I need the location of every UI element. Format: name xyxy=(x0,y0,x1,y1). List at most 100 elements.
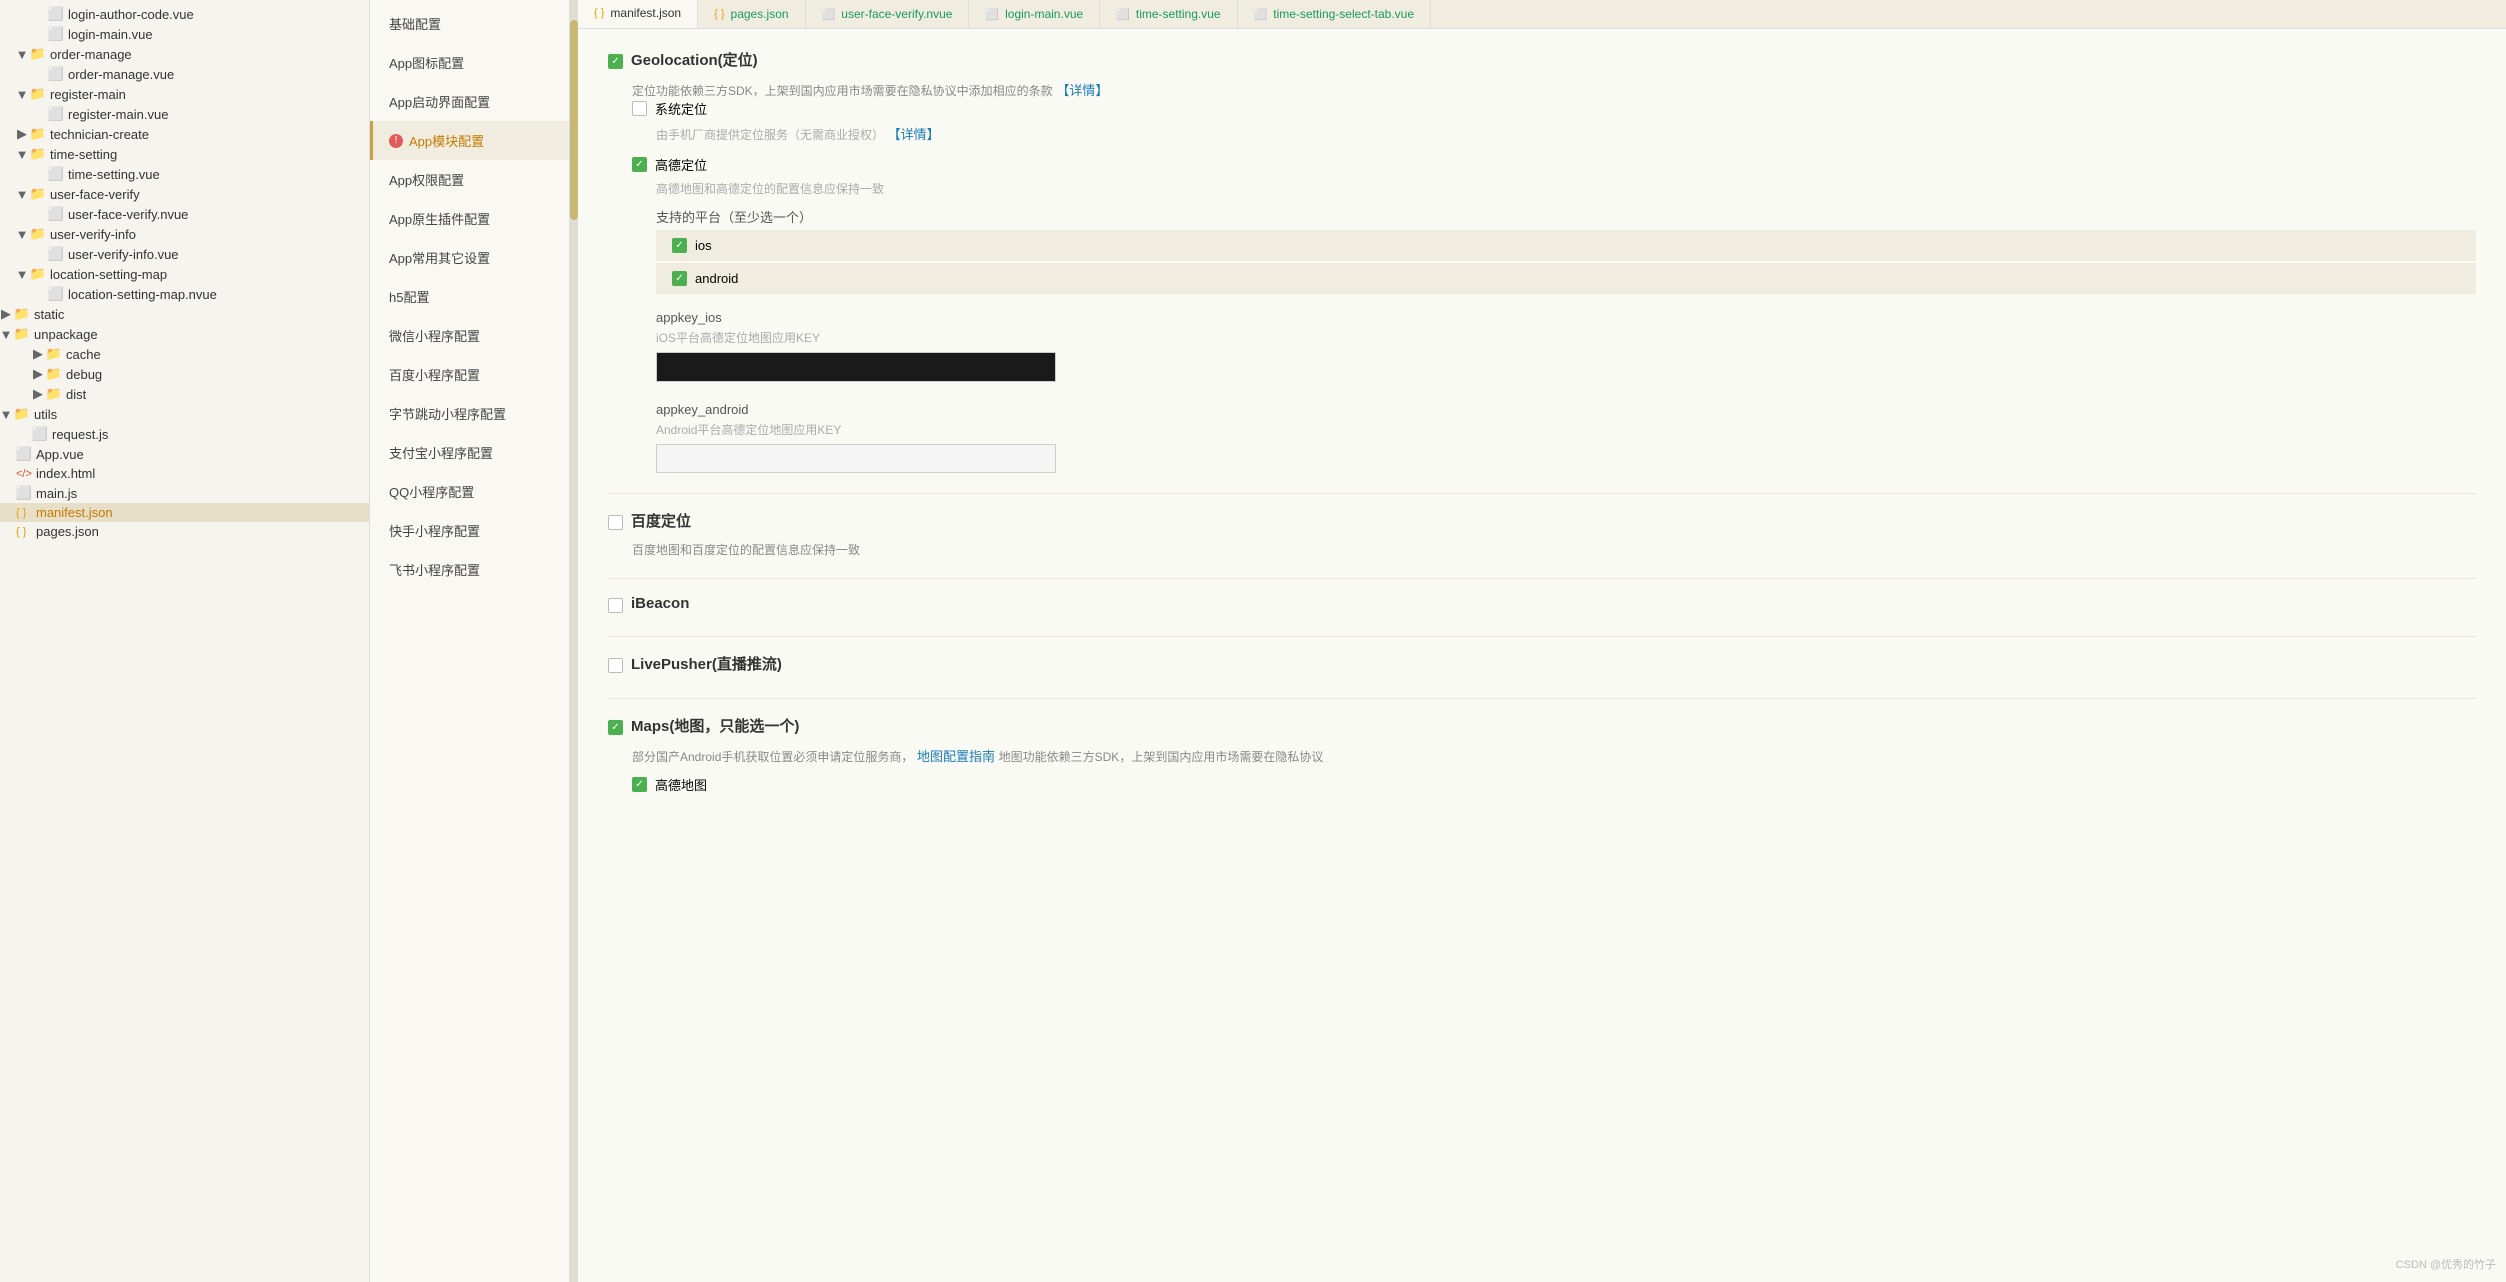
tree-item-location-setting-map-folder[interactable]: ▼ 📁 location-setting-map xyxy=(0,264,369,284)
tree-item-debug-folder[interactable]: ▶ 📁 debug xyxy=(0,364,369,384)
file-json-icon: { } xyxy=(16,507,32,519)
tree-item-order-manage-folder[interactable]: ▼ 📁 order-manage xyxy=(0,44,369,64)
tree-item-unpackage-folder[interactable]: ▼ 📁 unpackage xyxy=(0,324,369,344)
tree-item-pages-json[interactable]: { } pages.json xyxy=(0,522,369,541)
tree-item-manifest-json[interactable]: { } manifest.json xyxy=(0,503,369,522)
config-nav-app-native-plugins[interactable]: App原生插件配置 xyxy=(370,199,569,238)
tree-item-register-main-vue[interactable]: ⬜ register-main.vue xyxy=(0,104,369,124)
tree-item-index-html[interactable]: </> index.html xyxy=(0,464,369,483)
file-tree-panel: ⬜ login-author-code.vue ⬜ login-main.vue… xyxy=(0,0,370,1282)
tree-item-cache-folder[interactable]: ▶ 📁 cache xyxy=(0,344,369,364)
livepusher-checkbox[interactable] xyxy=(608,658,623,673)
tab-pages-json[interactable]: { } pages.json xyxy=(698,0,805,28)
tree-item-user-verify-info-folder[interactable]: ▼ 📁 user-verify-info xyxy=(0,224,369,244)
config-nav-weixin[interactable]: 微信小程序配置 xyxy=(370,316,569,355)
config-nav-bytedance[interactable]: 字节跳动小程序配置 xyxy=(370,394,569,433)
baidu-location-checkbox[interactable] xyxy=(608,515,623,530)
platform-ios-row: ios xyxy=(656,230,2476,261)
tree-item-time-setting-folder[interactable]: ▼ 📁 time-setting xyxy=(0,144,369,164)
appkey-android-input[interactable] xyxy=(656,444,1056,473)
config-nav-h5[interactable]: h5配置 xyxy=(370,277,569,316)
platform-ios-label: ios xyxy=(695,238,712,253)
ibeacon-label: iBeacon xyxy=(631,595,689,612)
tree-item-utils-folder[interactable]: ▼ 📁 utils xyxy=(0,404,369,424)
config-nav-app-permissions[interactable]: App权限配置 xyxy=(370,160,569,199)
tab-user-face-verify[interactable]: ⬜ user-face-verify.nvue xyxy=(806,0,970,28)
tab-label: time-setting-select-tab.vue xyxy=(1273,7,1414,21)
file-nvue-icon: ⬜ xyxy=(48,286,64,302)
tab-manifest-json[interactable]: { } manifest.json xyxy=(578,0,698,28)
config-nav-label: 飞书小程序配置 xyxy=(389,560,480,579)
tree-item-technician-create-folder[interactable]: ▶ 📁 technician-create xyxy=(0,124,369,144)
file-html-icon: </> xyxy=(16,468,32,480)
tree-item-app-vue[interactable]: ⬜ App.vue xyxy=(0,444,369,464)
config-nav-label: App模块配置 xyxy=(409,131,484,150)
config-nav-more[interactable]: 飞书小程序配置 xyxy=(370,550,569,589)
config-nav-qq[interactable]: QQ小程序配置 xyxy=(370,472,569,511)
maps-desc: 部分国产Android手机获取位置必须申请定位服务商， xyxy=(632,750,913,764)
tree-item-user-verify-info-vue[interactable]: ⬜ user-verify-info.vue xyxy=(0,244,369,264)
maps-amap-checkbox[interactable] xyxy=(632,777,647,792)
baidu-location-row: 百度定位 xyxy=(608,510,2476,535)
maps-checkbox[interactable] xyxy=(608,720,623,735)
tree-label: utils xyxy=(34,407,57,422)
tab-login-main[interactable]: ⬜ login-main.vue xyxy=(969,0,1100,28)
config-nav-kuaishou[interactable]: 快手小程序配置 xyxy=(370,511,569,550)
tree-item-order-manage-vue[interactable]: ⬜ order-manage.vue xyxy=(0,64,369,84)
divider-3 xyxy=(608,636,2476,637)
config-nav-baidu[interactable]: 百度小程序配置 xyxy=(370,355,569,394)
tree-item-dist-folder[interactable]: ▶ 📁 dist xyxy=(0,384,369,404)
tree-item-main-js[interactable]: ⬜ main.js xyxy=(0,483,369,503)
platform-android-checkbox[interactable] xyxy=(672,271,687,286)
config-nav-alipay[interactable]: 支付宝小程序配置 xyxy=(370,433,569,472)
config-nav-label: App常用其它设置 xyxy=(389,248,490,267)
tree-item-user-face-verify-nvue[interactable]: ⬜ user-face-verify.nvue xyxy=(0,204,369,224)
geolocation-checkbox[interactable] xyxy=(608,54,623,69)
ibeacon-checkbox[interactable] xyxy=(608,598,623,613)
geolocation-section: Geolocation(定位) 定位功能依赖三方SDK，上架到国内应用市场需要在… xyxy=(608,49,2476,473)
amap-location-label: 高德定位 xyxy=(655,155,707,174)
platform-ios-checkbox[interactable] xyxy=(672,238,687,253)
system-location-checkbox[interactable] xyxy=(632,101,647,116)
tree-item-user-face-verify-folder[interactable]: ▼ 📁 user-face-verify xyxy=(0,184,369,204)
config-nav-basic[interactable]: 基础配置 xyxy=(370,4,569,43)
config-nav-app-other[interactable]: App常用其它设置 xyxy=(370,238,569,277)
tree-label: cache xyxy=(66,347,101,362)
system-location-detail-link[interactable]: 【详情】 xyxy=(888,127,940,142)
chevron-down-icon: ▼ xyxy=(0,408,12,420)
baidu-location-label: 百度定位 xyxy=(631,510,691,531)
tree-item-login-author-code[interactable]: ⬜ login-author-code.vue xyxy=(0,4,369,24)
livepusher-row: LivePusher(直播推流) xyxy=(608,653,2476,678)
chevron-right-icon: ▶ xyxy=(32,368,44,380)
folder-icon: 📁 xyxy=(46,346,62,362)
tab-label: manifest.json xyxy=(610,6,681,20)
geolocation-detail-link[interactable]: 【详情】 xyxy=(1056,83,1108,98)
config-nav-app-icon[interactable]: App图标配置 xyxy=(370,43,569,82)
tree-label: login-main.vue xyxy=(68,27,153,42)
platform-android-row: android xyxy=(656,263,2476,294)
appkey-ios-masked-value xyxy=(656,352,1056,382)
system-location-section: 系统定位 由手机厂商提供定位服务（无需商业授权） 【详情】 xyxy=(632,99,2476,143)
tree-item-static-folder[interactable]: ▶ 📁 static xyxy=(0,304,369,324)
amap-location-checkbox[interactable] xyxy=(632,157,647,172)
file-vue-icon: ⬜ xyxy=(48,66,64,82)
livepusher-section: LivePusher(直播推流) xyxy=(608,653,2476,678)
tree-label: technician-create xyxy=(50,127,149,142)
scroll-track[interactable] xyxy=(570,0,578,1282)
tree-item-time-setting-vue[interactable]: ⬜ time-setting.vue xyxy=(0,164,369,184)
tree-item-location-setting-map-nvue[interactable]: ⬜ location-setting-map.nvue xyxy=(0,284,369,304)
tree-item-request-js[interactable]: ⬜ request.js xyxy=(0,424,369,444)
tab-icon-nvue: ⬜ xyxy=(822,8,836,21)
config-nav-app-splash[interactable]: App启动界面配置 xyxy=(370,82,569,121)
maps-config-link[interactable]: 地图配置指南 xyxy=(917,749,995,764)
tree-item-login-main[interactable]: ⬜ login-main.vue xyxy=(0,24,369,44)
tab-time-setting-select[interactable]: ⬜ time-setting-select-tab.vue xyxy=(1238,0,1431,28)
scroll-thumb[interactable] xyxy=(570,20,578,220)
tab-label: user-face-verify.nvue xyxy=(841,7,952,21)
config-nav-app-modules[interactable]: ! App模块配置 xyxy=(370,121,569,160)
tree-item-register-main-folder[interactable]: ▼ 📁 register-main xyxy=(0,84,369,104)
config-nav-label: 支付宝小程序配置 xyxy=(389,443,493,462)
tab-time-setting[interactable]: ⬜ time-setting.vue xyxy=(1100,0,1237,28)
folder-open-icon: 📁 xyxy=(14,326,30,342)
chevron-right-icon: ▶ xyxy=(32,348,44,360)
